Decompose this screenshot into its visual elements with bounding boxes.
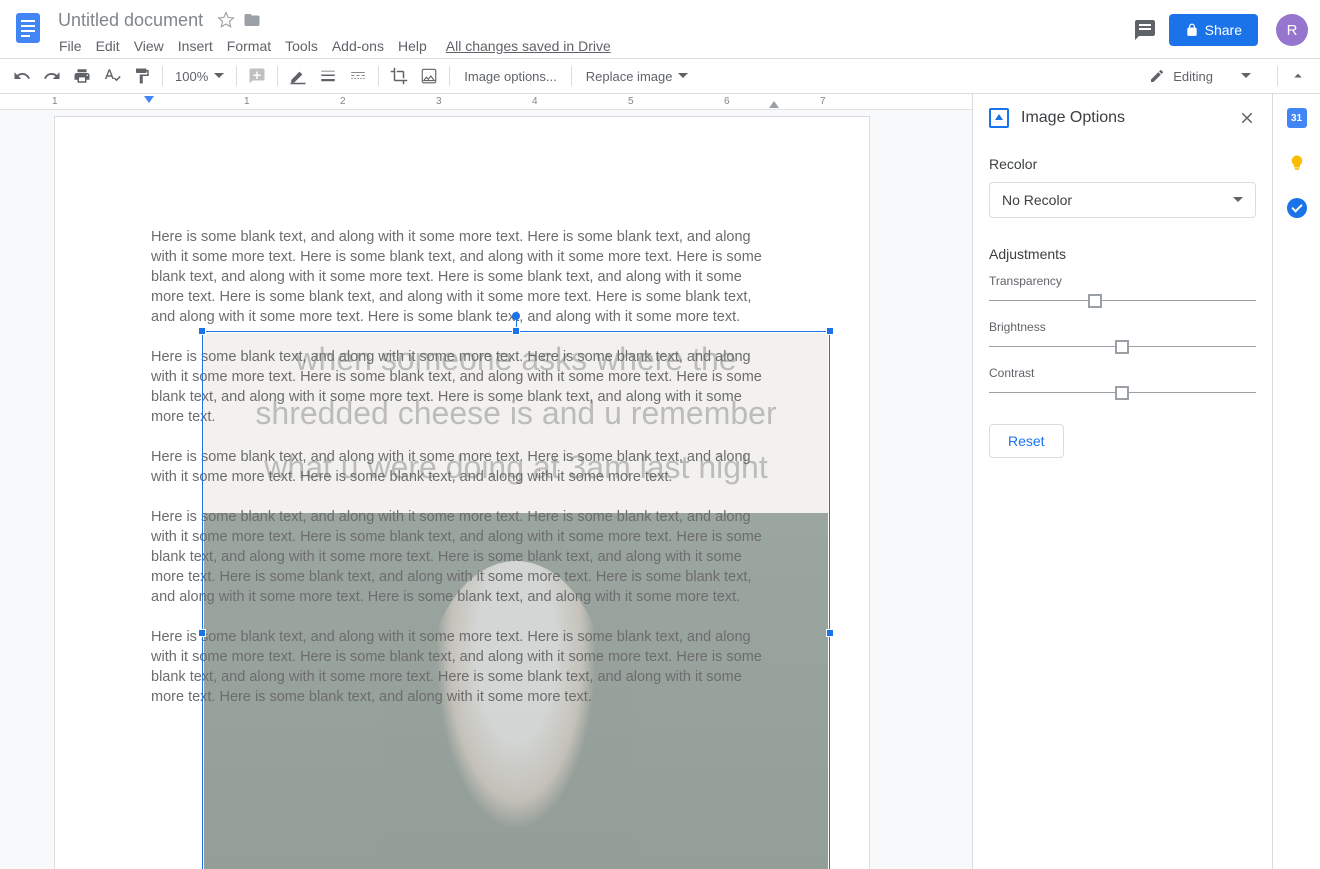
keep-icon[interactable] xyxy=(1288,152,1306,174)
caret-down-icon xyxy=(1233,195,1243,205)
avatar[interactable]: R xyxy=(1276,14,1308,46)
redo-button[interactable] xyxy=(38,62,66,90)
menu-edit[interactable]: Edit xyxy=(89,34,127,58)
comments-icon[interactable] xyxy=(1133,18,1157,42)
share-label: Share xyxy=(1205,22,1242,38)
border-color-button[interactable] xyxy=(284,62,312,90)
menu-file[interactable]: File xyxy=(52,34,89,58)
menu-view[interactable]: View xyxy=(127,34,171,58)
paragraph: Here is some blank text, and along with … xyxy=(151,347,763,427)
folder-icon[interactable] xyxy=(243,11,261,29)
contrast-slider[interactable] xyxy=(989,384,1256,400)
image-options-panel: Image Options Recolor No Recolor Adjustm… xyxy=(972,94,1272,869)
close-icon[interactable] xyxy=(1238,109,1256,127)
star-icon[interactable] xyxy=(217,11,235,29)
share-button[interactable]: Share xyxy=(1169,14,1258,46)
menu-help[interactable]: Help xyxy=(391,34,434,58)
document-text: Here is some blank text, and along with … xyxy=(151,227,763,727)
paragraph: Here is some blank text, and along with … xyxy=(151,627,763,707)
crop-button[interactable] xyxy=(385,62,413,90)
recolor-select[interactable]: No Recolor xyxy=(989,182,1256,218)
caret-down-icon xyxy=(1241,71,1251,81)
saved-status[interactable]: All changes saved in Drive xyxy=(446,38,611,54)
calendar-icon[interactable]: 31 xyxy=(1287,108,1307,128)
brightness-slider[interactable] xyxy=(989,338,1256,354)
addcomment-button xyxy=(243,62,271,90)
transparency-slider[interactable] xyxy=(989,292,1256,308)
menu-addons[interactable]: Add-ons xyxy=(325,34,391,58)
adjustments-label: Adjustments xyxy=(989,246,1256,262)
paint-format-button[interactable] xyxy=(128,62,156,90)
contrast-label: Contrast xyxy=(989,366,1256,380)
menu-tools[interactable]: Tools xyxy=(278,34,325,58)
reset-image-button[interactable] xyxy=(415,62,443,90)
undo-button[interactable] xyxy=(8,62,36,90)
tasks-icon[interactable] xyxy=(1287,198,1307,218)
paragraph: Here is some blank text, and along with … xyxy=(151,227,763,327)
left-indent-marker[interactable] xyxy=(144,96,154,103)
hide-menus-button[interactable] xyxy=(1284,62,1312,90)
toolbar: 100% Image options... Replace image Edit… xyxy=(0,58,1320,94)
ruler[interactable]: 1 1 2 3 4 5 6 7 xyxy=(0,94,972,110)
transparency-label: Transparency xyxy=(989,274,1256,288)
reset-button[interactable]: Reset xyxy=(989,424,1064,458)
recolor-label: Recolor xyxy=(989,156,1256,172)
document-canvas[interactable]: 1 1 2 3 4 5 6 7 when someone asks where … xyxy=(0,94,972,869)
pencil-icon xyxy=(1149,68,1165,84)
paragraph: Here is some blank text, and along with … xyxy=(151,507,763,607)
lock-icon xyxy=(1185,23,1199,37)
zoom-dropdown[interactable]: 100% xyxy=(169,69,230,84)
image-icon xyxy=(989,108,1009,128)
paragraph: Here is some blank text, and along with … xyxy=(151,447,763,487)
panel-title: Image Options xyxy=(1021,109,1226,127)
page: when someone asks where the shredded che… xyxy=(54,116,870,869)
print-button[interactable] xyxy=(68,62,96,90)
docs-logo[interactable] xyxy=(8,8,48,48)
document-title[interactable]: Untitled document xyxy=(52,8,209,33)
border-weight-button[interactable] xyxy=(314,62,342,90)
editing-mode-dropdown[interactable]: Editing xyxy=(1129,68,1271,84)
right-indent-marker[interactable] xyxy=(769,101,779,108)
header: Untitled document File Edit View Insert … xyxy=(0,0,1320,58)
menu-bar: File Edit View Insert Format Tools Add-o… xyxy=(52,34,1133,58)
replace-image-button[interactable]: Replace image xyxy=(578,69,697,84)
border-dash-button[interactable] xyxy=(344,62,372,90)
menu-insert[interactable]: Insert xyxy=(171,34,220,58)
side-rail: 31 xyxy=(1272,94,1320,869)
menu-format[interactable]: Format xyxy=(220,34,278,58)
image-options-button[interactable]: Image options... xyxy=(456,69,565,84)
spellcheck-button[interactable] xyxy=(98,62,126,90)
brightness-label: Brightness xyxy=(989,320,1256,334)
